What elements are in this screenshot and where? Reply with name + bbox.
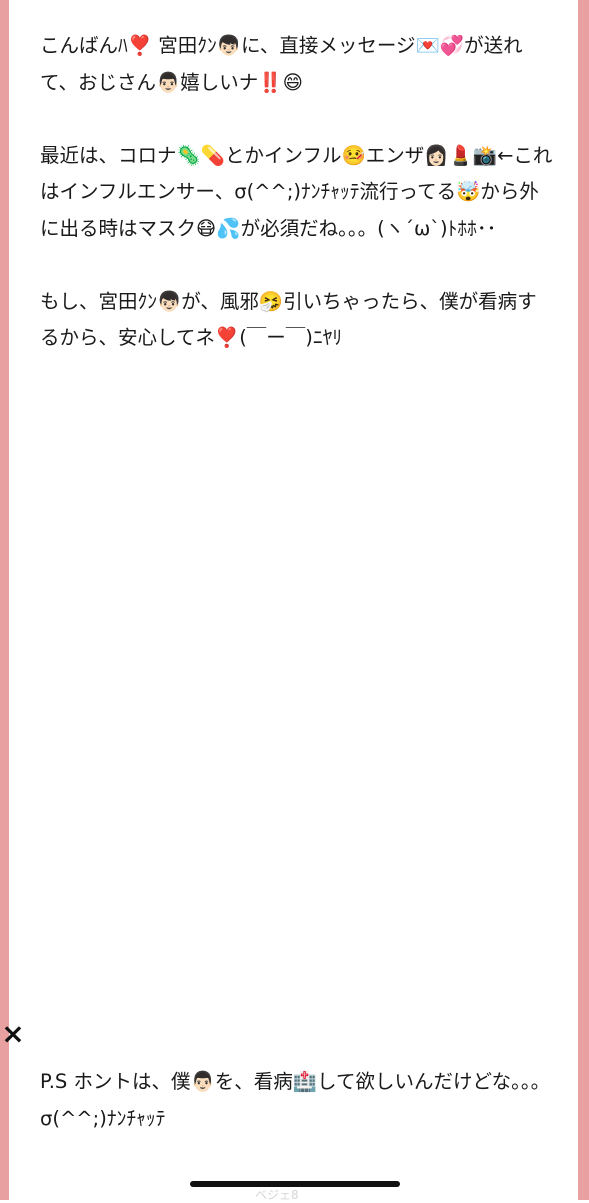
message-paragraph-greeting: こんばんﾊ❣️ 宮田ｸﾝ👦🏻に、直接メッセージ💌💞が送れて、おじさん👨🏻嬉しいナ… [40,34,523,94]
message-postscript: P.S ホントは、僕👨🏻を、看病🏥して欲しいんだけどな。。。σ(^^;)ﾅﾝﾁｬ… [40,1070,551,1130]
home-indicator[interactable] [190,1181,400,1187]
close-icon[interactable]: × [0,1020,26,1048]
message-paragraph-care: もし、宮田ｸﾝ👦🏻が、風邪🤧引いちゃったら、僕が看病するから、安心してネ❣️(￣… [40,289,537,350]
faint-watermark-text: ベジェ8 [255,1188,299,1202]
message-paragraph-corona: 最近は、コロナ🦠💊とかインフル🤒エンザ👩🏻💄📸←これはインフルエンサー、σ(^^… [40,143,553,240]
message-body: こんばんﾊ❣️ 宮田ｸﾝ👦🏻に、直接メッセージ💌💞が送れて、おじさん👨🏻嬉しいナ… [40,28,555,393]
right-border [578,0,589,1200]
